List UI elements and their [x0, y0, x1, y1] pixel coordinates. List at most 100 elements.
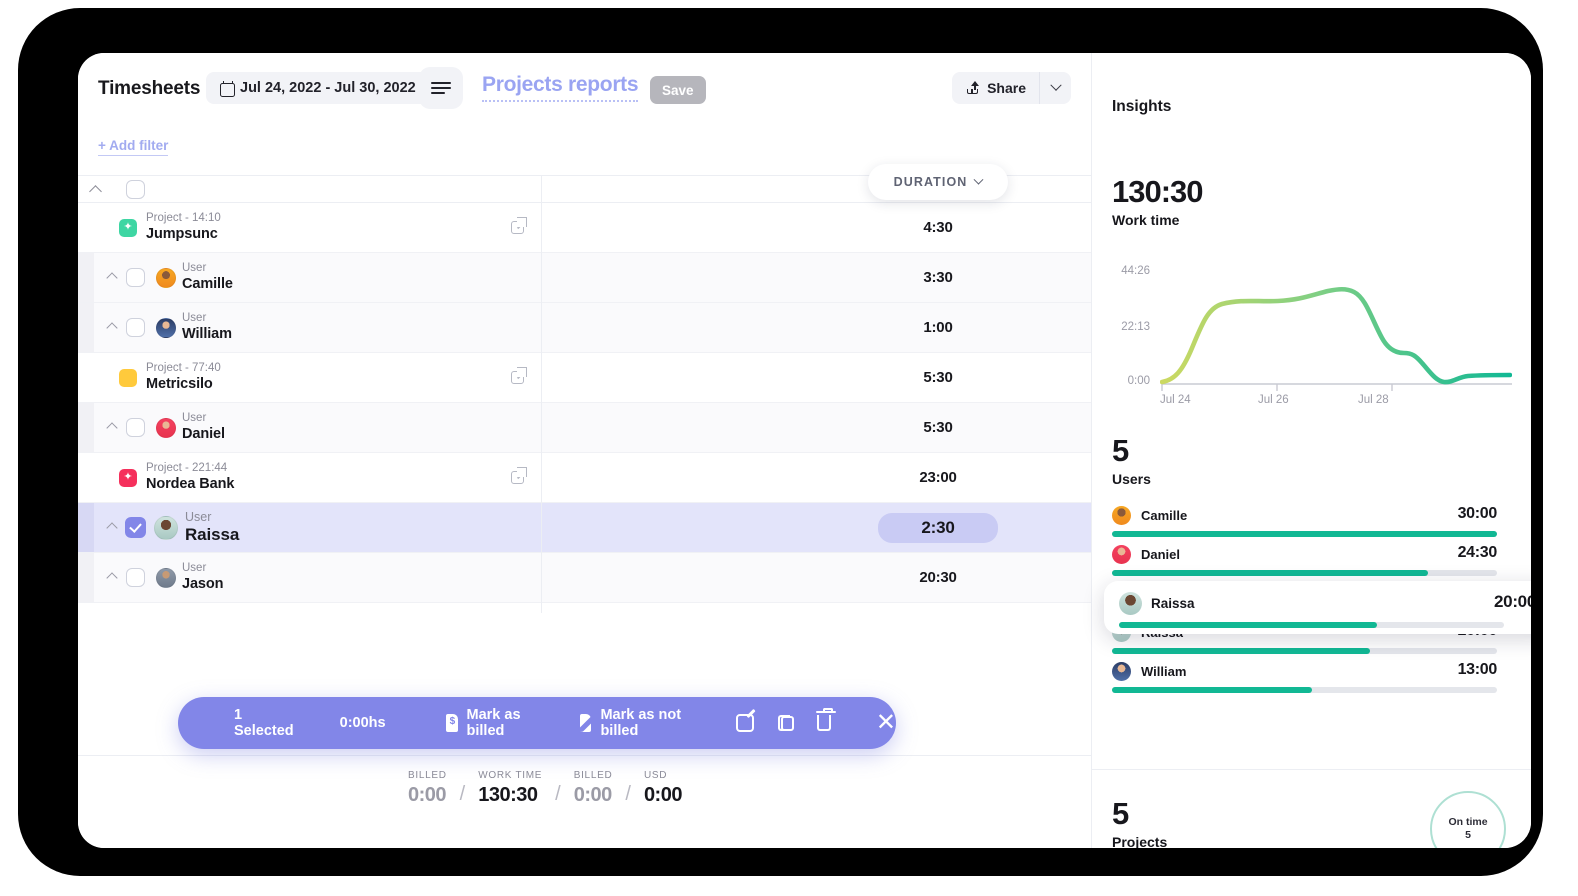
avatar [156, 568, 176, 588]
total-column: BILLED0:00 [574, 770, 613, 807]
work-time-stat: 130:30 Work time [1112, 176, 1203, 228]
row-checkbox[interactable] [126, 318, 145, 337]
total-key: WORK TIME [478, 770, 542, 781]
user-breakdown-row[interactable]: Camille30:00 [1112, 505, 1497, 544]
row-collapse-icon[interactable] [106, 522, 117, 533]
row-collapse-icon[interactable] [106, 272, 117, 283]
avatar [156, 418, 176, 438]
share-button[interactable]: Share [952, 72, 1039, 104]
row-collapse-icon[interactable] [106, 422, 117, 433]
table-row[interactable]: UserDaniel 5:30 [78, 403, 1091, 453]
edit-icon[interactable] [736, 714, 754, 732]
total-value: 0:00 [644, 784, 682, 807]
table-row[interactable]: UserWilliam 1:00 [78, 303, 1091, 353]
mark-as-billed-label: Mark as billed [467, 707, 543, 739]
row-checkbox[interactable] [125, 517, 146, 538]
open-external-icon[interactable] [511, 371, 524, 384]
hamburger-line [431, 82, 451, 84]
row-duration: 5:30 [878, 369, 998, 386]
chevron-down-icon [974, 174, 984, 184]
row-label-group: UserRaissa [185, 510, 239, 545]
user-name: William [1141, 664, 1186, 679]
totals-columns: BILLED0:00/WORK TIME130:30/BILLED0:00/US… [408, 770, 682, 807]
row-duration: 5:30 [878, 419, 998, 436]
open-external-icon[interactable] [511, 471, 524, 484]
copy-icon[interactable] [781, 716, 794, 731]
total-value: 130:30 [478, 784, 542, 807]
table-row[interactable]: UserCamille3:30 [78, 253, 1091, 303]
row-kind-label: User [182, 262, 233, 275]
table-row[interactable]: ✦Project - 221:44Nordea Bank23:00 [78, 453, 1091, 503]
table-row[interactable]: UserJason20:30 [78, 553, 1091, 603]
avatar [154, 516, 178, 540]
user-breakdown-row[interactable]: William13:00 [1112, 661, 1497, 700]
users-count: 5 [1112, 435, 1151, 468]
table-row[interactable]: UserRaissa2:30 [78, 503, 1091, 553]
user-breakdown-row[interactable]: Daniel24:30 [1112, 544, 1497, 583]
table-row[interactable]: ✦Project - 14:10Jumpsunc4:30 [78, 203, 1091, 253]
total-value: 0:00 [408, 784, 447, 807]
star-icon: ✦ [123, 222, 132, 233]
row-collapse-icon[interactable] [106, 322, 117, 333]
select-all-checkbox[interactable] [126, 180, 145, 199]
row-collapse-icon[interactable] [106, 572, 117, 583]
user-progress-bar [1112, 687, 1497, 693]
row-duration: 23:00 [878, 469, 998, 486]
project-color-icon: ✦ [119, 469, 137, 487]
insights-pane: Insights 130:30 Work time 44:26 22:13 0:… [1091, 53, 1531, 848]
x-tick-1: Jul 24 [1160, 394, 1191, 406]
tooltip-user-value: 20:00 [1494, 592, 1531, 612]
row-name: Metricsilo [146, 376, 221, 393]
mark-as-not-billed-button[interactable]: Mark as not billed [580, 707, 698, 739]
bulk-action-toolbar: 1 Selected 0:00hs Mark as billed Mark as… [178, 697, 896, 749]
mark-as-not-billed-label: Mark as not billed [600, 707, 697, 739]
row-kind-label: Project - 77:40 [146, 362, 221, 375]
collapse-all-icon[interactable] [89, 185, 102, 198]
projects-stat: 5 Projects [1112, 798, 1167, 848]
row-name: William [182, 326, 232, 343]
column-divider [541, 203, 542, 613]
chart-svg [1160, 268, 1512, 418]
row-checkbox[interactable] [126, 568, 145, 587]
user-progress-bar [1112, 570, 1497, 576]
duration-column-label: DURATION [894, 175, 968, 189]
row-checkbox[interactable] [126, 268, 145, 287]
mark-as-billed-button[interactable]: Mark as billed [446, 707, 543, 739]
trash-icon[interactable] [817, 715, 831, 731]
avatar [1112, 545, 1131, 564]
report-name-input[interactable]: Projects reports [482, 73, 638, 102]
timesheet-table: DURATION ✦Project - 14:10Jumpsunc4:30Use… [78, 175, 1091, 603]
total-key: USD [644, 770, 682, 781]
avatar [1119, 592, 1142, 615]
avatar [1112, 662, 1131, 681]
date-range-picker[interactable]: Jul 24, 2022 - Jul 30, 2022 [206, 72, 430, 104]
total-column: BILLED0:00 [408, 770, 447, 807]
chevron-down-icon [1050, 80, 1061, 91]
tooltip-user-name: Raissa [1151, 596, 1195, 611]
duration-column-selector[interactable]: DURATION [868, 164, 1008, 200]
row-duration: 1:00 [878, 319, 998, 336]
app-screen: Timesheets Jul 24, 2022 - Jul 30, 2022 P… [78, 53, 1531, 848]
row-kind-label: User [182, 312, 232, 325]
add-filter-button[interactable]: + Add filter [98, 138, 168, 156]
user-progress-bar [1112, 648, 1497, 654]
close-icon[interactable]: ✕ [876, 711, 896, 735]
avatar [156, 318, 176, 338]
row-checkbox[interactable] [126, 418, 145, 437]
open-external-icon[interactable] [511, 221, 524, 234]
row-label-group: UserDaniel [182, 412, 225, 443]
hamburger-icon[interactable] [419, 67, 463, 109]
tooltip-progress-bar [1119, 622, 1504, 628]
total-value: 0:00 [574, 784, 613, 807]
totals-bar: BILLED0:00/WORK TIME130:30/BILLED0:00/US… [78, 755, 1091, 756]
total-separator: / [625, 783, 631, 807]
x-tick-2: Jul 26 [1258, 394, 1289, 406]
on-time-donut-chart: On time 5 [1430, 791, 1506, 848]
share-dropdown-button[interactable] [1039, 72, 1071, 104]
avatar [156, 268, 176, 288]
table-row[interactable]: Project - 77:40Metricsilo 5:30 [78, 353, 1091, 403]
save-button[interactable]: Save [650, 76, 706, 104]
insights-title: Insights [1112, 98, 1171, 116]
row-name: Nordea Bank [146, 476, 234, 493]
user-duration: 30:00 [1458, 505, 1497, 523]
